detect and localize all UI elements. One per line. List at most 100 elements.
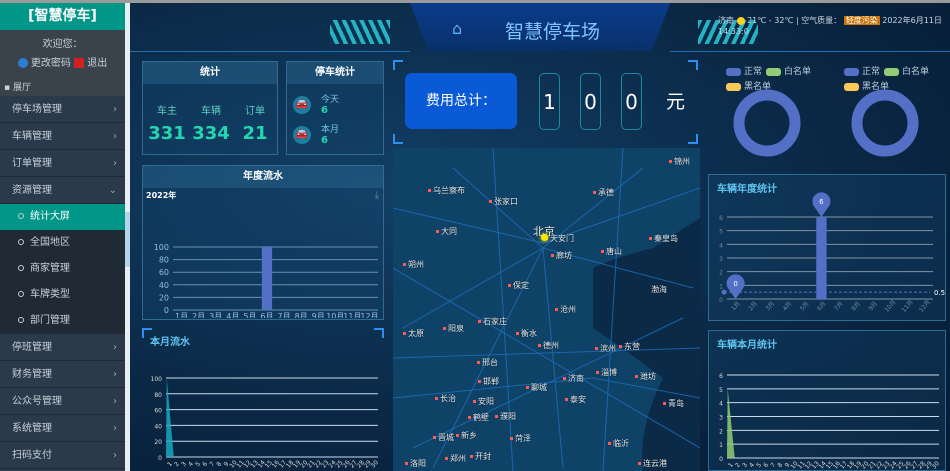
y-tick-label: 20: [154, 439, 162, 446]
dashboard: ⌂ 智慧停车场 济南 21℃ - 32℃ | 空气质量： 轻度污染 2022年6…: [130, 3, 950, 471]
x-tick-label: 7月: [277, 312, 290, 318]
chevron-right-icon: ›: [113, 104, 117, 115]
stats-panel: 统计 车主 331 车辆 334 订单 21: [142, 61, 278, 155]
logout-link[interactable]: 退出: [87, 58, 107, 69]
x-tick-label: 30: [370, 459, 380, 469]
sidebar-item[interactable]: 车辆管理 ›: [0, 123, 125, 150]
map[interactable]: 乌兰察布 张家口 承德 大同 北京 天安门 廊坊 唐山 秦皇岛 朔州 保定 渤海 沧州 石家庄 阳泉 太原 衡水…: [393, 148, 700, 471]
x-tick-label: 3月: [209, 312, 222, 318]
sidebar-subitem[interactable]: 商家管理: [0, 256, 125, 282]
map-city-label: 朔州: [403, 259, 424, 270]
x-tick-label: 5月: [799, 300, 811, 312]
average-label: 0.5: [934, 289, 945, 297]
cost-digit: 0: [621, 73, 642, 130]
sidebar-subitem[interactable]: 全国地区: [0, 230, 125, 256]
sidebar-subitem[interactable]: 部门管理: [0, 308, 125, 334]
chevron-right-icon: ›: [113, 369, 117, 380]
monthly-revenue-title: 本月流水: [150, 337, 190, 348]
sidebar-item[interactable]: 系统管理 ›: [0, 415, 125, 442]
monthly-revenue-chart: 0204060801001 2 3 4 5 6 7 8 91011121314151617181…: [151, 376, 381, 469]
sidebar-item[interactable]: 公众号管理 ›: [0, 388, 125, 415]
y-tick-label: 40: [154, 423, 162, 430]
map-city-label: 邯郸: [478, 376, 499, 387]
y-tick-label: 5: [719, 229, 723, 236]
sidebar-item[interactable]: 订单管理 ›: [0, 150, 125, 177]
map-city-label: 太原: [403, 328, 424, 339]
map-city-label: 乌兰察布: [428, 185, 465, 196]
vehicle-monthly-title: 车辆本月统计: [717, 340, 777, 351]
sidebar: [智慧停车] 欢迎您： 更改密码 退出 ▪ 展厅 停车场管理 › 车辆管理 › 订单管理…: [0, 3, 125, 471]
map-city-label: 晋城: [433, 432, 454, 443]
x-tick-label: 11月: [901, 299, 915, 314]
header-line-left: [130, 51, 410, 52]
sidebar-item[interactable]: 停车场管理 ›: [0, 96, 125, 123]
sidebar-item[interactable]: 财务管理 ›: [0, 361, 125, 388]
sidebar-item-label: 订单管理: [12, 158, 52, 169]
x-tick-label: 12月: [918, 299, 932, 314]
sidebar-item[interactable]: 扫码支付 ›: [0, 442, 125, 469]
x-tick-label: 8月: [850, 300, 862, 312]
y-tick-label: 5: [719, 387, 723, 394]
page-title: 智慧停车场: [505, 21, 601, 43]
map-city-label: 天安门: [545, 233, 574, 244]
vehicle-monthly-panel: 车辆本月统计 0 1 2 3 4 5 6 1 2 3 4 5 6 7 8 9 10 11 12 13 14 15 16 17 1…: [708, 330, 946, 471]
map-city-label: 聊城: [526, 382, 547, 393]
map-city-label: 石家庄: [478, 316, 507, 327]
x-tick-label: 6月: [816, 300, 828, 312]
x-tick-label: 2月: [192, 312, 205, 318]
sidebar-subitem[interactable]: 车牌类型: [0, 282, 125, 308]
chevron-right-icon: ›: [113, 450, 117, 461]
stat-item: 车主 331: [148, 106, 186, 144]
map-city-label: 秦皇岛: [649, 233, 678, 244]
parking-month: 本月 6: [321, 125, 340, 146]
header-line-right: [670, 51, 950, 52]
x-tick-label: 1月: [175, 312, 188, 318]
aqi-label: 空气质量：: [801, 16, 842, 25]
map-city-label: 唐山: [601, 246, 622, 257]
cost-digit: 1: [539, 73, 560, 130]
sidebar-subitem-label: 车牌类型: [30, 289, 70, 300]
map-city-label: 邢台: [477, 357, 498, 368]
sidebar-subitem-label: 统计大屏: [30, 211, 70, 222]
sidebar-item[interactable]: 停班管理 ›: [0, 334, 125, 361]
y-tick-label: 4: [719, 242, 723, 249]
header-stripes-left: [330, 20, 390, 44]
cost-total-label: 费用总计：: [405, 73, 517, 129]
sidebar-item-label: 资源管理: [12, 185, 52, 196]
weather-city: 济南: [718, 16, 734, 25]
x-tick-label: 4月: [782, 300, 794, 312]
location-marker[interactable]: [541, 234, 548, 241]
y-tick-label: 0: [164, 306, 169, 315]
y-tick-label: 60: [154, 408, 162, 415]
x-tick-label: 6月: [260, 312, 273, 318]
sidebar-item-label: 停车场管理: [12, 104, 62, 115]
map-city-label: 泰安: [565, 394, 586, 405]
annual-revenue-title: 年度流水: [143, 166, 383, 188]
map-city-label: 菏泽: [510, 433, 531, 444]
map-roads: [393, 148, 700, 471]
sidebar-item-label: 扫码支付: [12, 450, 52, 461]
donut-ring: [733, 89, 801, 157]
chevron-right-icon: ›: [113, 158, 117, 169]
x-tick-label: 8月: [295, 312, 308, 318]
mark-point-label: 0: [733, 280, 737, 288]
y-tick-label: 6: [719, 373, 723, 380]
house-car-icon: ⌂: [452, 19, 463, 38]
sidebar-subitem[interactable]: 统计大屏: [0, 204, 125, 230]
y-tick-label: 80: [154, 392, 162, 399]
chevron-right-icon: ›: [113, 342, 117, 353]
aqi-badge: 轻度污染: [843, 16, 880, 25]
map-city-label: 洛阳: [405, 458, 426, 469]
sidebar-item[interactable]: 资源管理 ⌄: [0, 177, 125, 204]
change-password-link[interactable]: 更改密码: [31, 58, 71, 69]
chevron-right-icon: ›: [113, 423, 117, 434]
map-city-label: 淄博: [596, 367, 617, 378]
home-link[interactable]: ▪ 展厅: [0, 80, 125, 96]
bar: [816, 217, 827, 299]
donut-chart: 正常 白名单 黑名单: [826, 61, 944, 161]
y-tick-label: 60: [159, 268, 169, 277]
y-tick-label: 20: [159, 293, 169, 302]
y-tick-label: 1: [719, 442, 723, 449]
y-tick-label: 3: [719, 415, 723, 422]
average-line-start: [721, 289, 727, 295]
